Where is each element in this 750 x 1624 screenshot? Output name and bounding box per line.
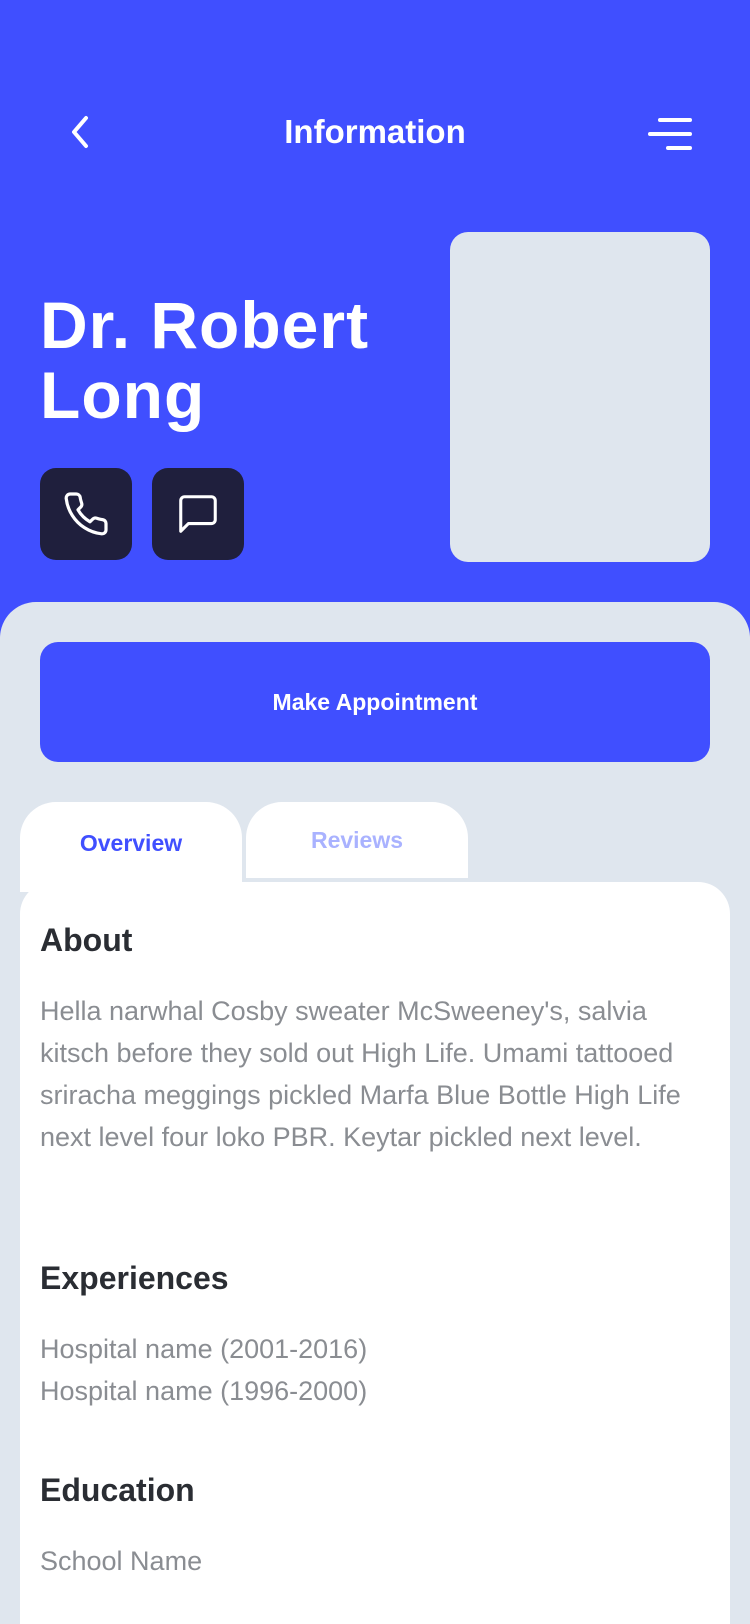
- education-item: School Name: [40, 1546, 203, 1576]
- header: Information Dr. Robert Long: [0, 0, 750, 604]
- phone-icon: [64, 492, 108, 536]
- about-heading: About: [40, 922, 133, 958]
- about-text: Hella narwhal Cosby sweater McSweeney's,…: [40, 996, 681, 1152]
- tab-overview[interactable]: Overview: [20, 802, 242, 892]
- hamburger-menu-icon: [648, 118, 692, 150]
- doctor-photo: [450, 232, 710, 562]
- doctor-name: Dr. Robert Long: [40, 288, 370, 432]
- chat-bubble-icon: [179, 495, 217, 533]
- message-button[interactable]: [152, 468, 244, 560]
- experience-item: Hospital name (1996-2000): [40, 1376, 368, 1406]
- page-title: Information: [284, 113, 466, 150]
- education-heading: Education: [40, 1472, 195, 1508]
- tab-reviews[interactable]: Reviews: [246, 802, 468, 878]
- experience-item: Hospital name (2001-2016): [40, 1334, 368, 1364]
- menu-button[interactable]: [646, 112, 694, 156]
- experiences-heading: Experiences: [40, 1260, 229, 1296]
- details-sheet: Make Appointment Overview Reviews About …: [0, 602, 750, 1624]
- overview-panel: About Hella narwhal Cosby sweater McSwee…: [20, 882, 730, 1624]
- make-appointment-button[interactable]: Make Appointment: [40, 642, 710, 762]
- call-button[interactable]: [40, 468, 132, 560]
